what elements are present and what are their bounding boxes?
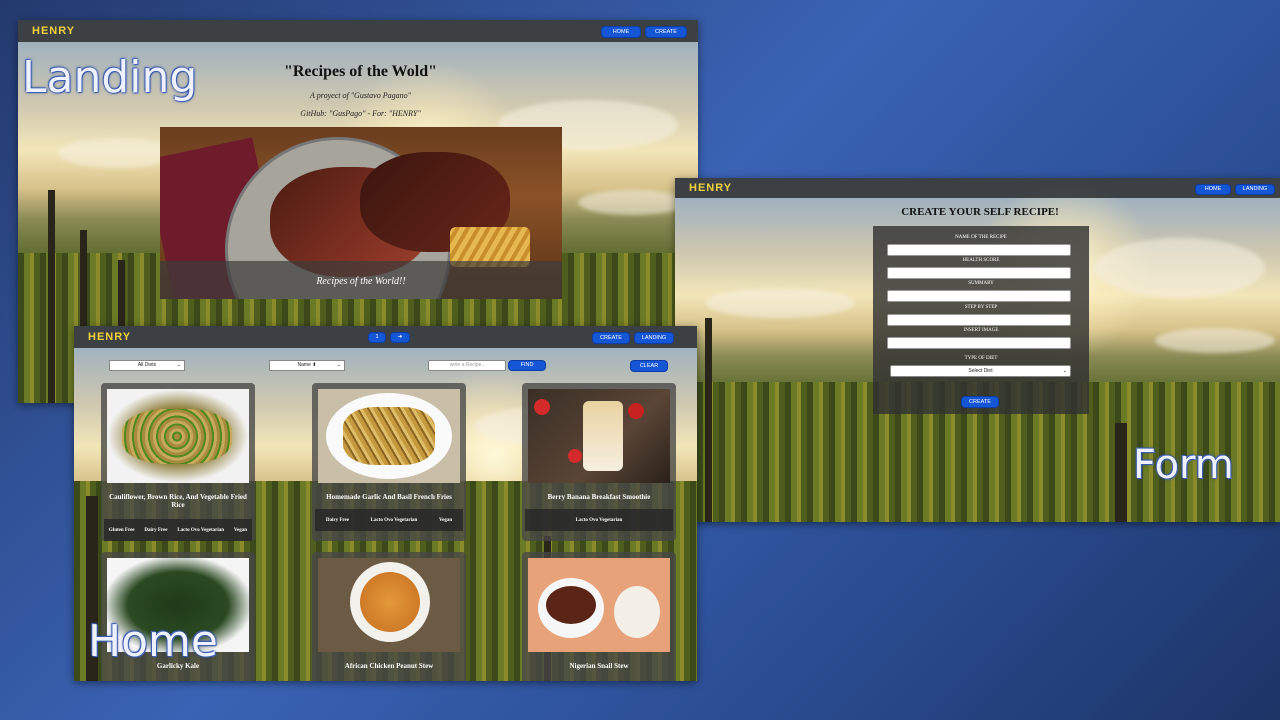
recipe-image [318, 558, 460, 652]
navbar: HENRY HOME LANDING [675, 178, 1280, 198]
home-button[interactable]: HOME [1195, 184, 1231, 195]
arrow-right-icon: ➜ [397, 334, 403, 340]
diet-tag: Lacto Ovo Vegetarian [370, 517, 418, 523]
page-title: "Recipes of the Wold" [283, 63, 438, 80]
health-score-label: HEALTH SCORE [962, 258, 1000, 263]
home-label: Home [88, 616, 218, 667]
next-page-button[interactable]: ➜ [390, 332, 410, 343]
diet-filter-select[interactable]: All Diets ⌄ [109, 360, 185, 371]
henry-logo[interactable]: HENRY [88, 331, 131, 343]
diet-tag: Lacto Ovo Vegetarian [177, 527, 225, 533]
recipe-card[interactable]: Cauliflower, Brown Rice, And Vegetable F… [101, 383, 255, 541]
name-input[interactable] [887, 244, 1071, 256]
page-number-button[interactable]: 1 [368, 332, 386, 343]
diet-tag: Vegan [438, 517, 453, 523]
form-label: Form [1133, 442, 1234, 488]
sort-value: Name ⬍ [297, 362, 317, 368]
hero-caption: Recipes of the World!! [316, 276, 406, 287]
recipe-card[interactable]: African Chicken Peanut Stew [312, 552, 466, 681]
form-title: CREATE YOUR SELF RECIPE! [901, 206, 1059, 218]
image-input[interactable] [887, 337, 1071, 349]
recipe-image [528, 389, 670, 483]
form-screenshot: HENRY HOME LANDING CREATE YOUR SELF RECI… [675, 178, 1280, 522]
home-button[interactable]: HOME [601, 26, 641, 38]
landing-label: Landing [22, 52, 198, 103]
summary-input[interactable] [887, 290, 1071, 302]
create-submit-button[interactable]: CREATE [961, 396, 999, 408]
search-placeholder: write a Recipe.. [449, 362, 485, 368]
landing-button[interactable]: LANDING [1235, 184, 1275, 195]
recipe-title: Berry Banana Breakfast Smoothie [547, 493, 651, 501]
recipe-image [107, 389, 249, 483]
health-score-input[interactable] [887, 267, 1071, 279]
recipe-card[interactable]: Berry Banana Breakfast Smoothie Lacto Ov… [522, 383, 676, 541]
henry-logo[interactable]: HENRY [32, 25, 75, 37]
diet-list: Lacto Ovo Vegetarian [525, 509, 673, 531]
recipe-card[interactable]: Homemade Garlic And Basil French Fries D… [312, 383, 466, 541]
recipe-title: Homemade Garlic And Basil French Fries [326, 493, 452, 501]
summary-label: SUMMARY [968, 281, 994, 286]
chevron-down-icon: ⌄ [336, 362, 341, 368]
diet-select[interactable]: Select Diet ⌄ [890, 365, 1071, 377]
find-button[interactable]: FIND [508, 360, 546, 371]
home-screenshot: HENRY 1 ➜ CREATE LANDING All Diets ⌄ Nam… [74, 326, 697, 681]
diet-tag: Dairy Free [325, 517, 349, 523]
recipe-image [528, 558, 670, 652]
image-label: INSERT IMAGE [963, 328, 999, 333]
recipe-title: African Chicken Peanut Stew [344, 662, 434, 670]
recipe-form: NAME OF THE RECIPE HEALTH SCORE SUMMARY … [873, 226, 1089, 414]
create-button[interactable]: CREATE [592, 332, 630, 344]
sort-select[interactable]: Name ⬍ ⌄ [269, 360, 345, 371]
navbar: HENRY 1 ➜ CREATE LANDING [74, 326, 697, 348]
chevron-down-icon: ⌄ [1062, 368, 1067, 374]
diet-label: TYPE OF DIET [964, 356, 998, 361]
landing-button[interactable]: LANDING [634, 332, 674, 344]
diet-list: Gluten Free Dairy Free Lacto Ovo Vegetar… [104, 519, 252, 541]
clear-button[interactable]: CLEAR [630, 360, 668, 372]
recipe-card[interactable]: Nigerian Snail Stew [522, 552, 676, 681]
author-line: A proyect of "Gustavo Pagano" [310, 91, 411, 100]
recipe-image [318, 389, 460, 483]
create-button[interactable]: CREATE [645, 26, 687, 38]
diet-select-value: Select Diet [968, 368, 993, 374]
diet-tag: Dairy Free [144, 527, 168, 533]
diet-tag: Gluten Free [108, 527, 135, 533]
search-input[interactable]: write a Recipe.. [428, 360, 506, 371]
steps-label: STEP BY STEP [964, 305, 998, 310]
github-line: GitHub: "GusPago" - For: "HENRY" [300, 109, 421, 118]
recipe-title: Cauliflower, Brown Rice, And Vegetable F… [109, 493, 247, 509]
diet-tag: Vegan [233, 527, 248, 533]
chevron-down-icon: ⌄ [176, 362, 181, 368]
recipe-title: Nigerian Snail Stew [569, 662, 629, 670]
navbar: HENRY HOME CREATE [18, 20, 698, 42]
name-label: NAME OF THE RECIPE [955, 235, 1007, 240]
diet-list: Dairy Free Lacto Ovo Vegetarian Vegan [315, 509, 463, 531]
steps-input[interactable] [887, 314, 1071, 326]
henry-logo[interactable]: HENRY [689, 182, 732, 194]
diet-tag: Lacto Ovo Vegetarian [575, 517, 623, 523]
diet-filter-value: All Diets [137, 362, 157, 368]
hero-image: Recipes of the World!! [160, 127, 562, 299]
